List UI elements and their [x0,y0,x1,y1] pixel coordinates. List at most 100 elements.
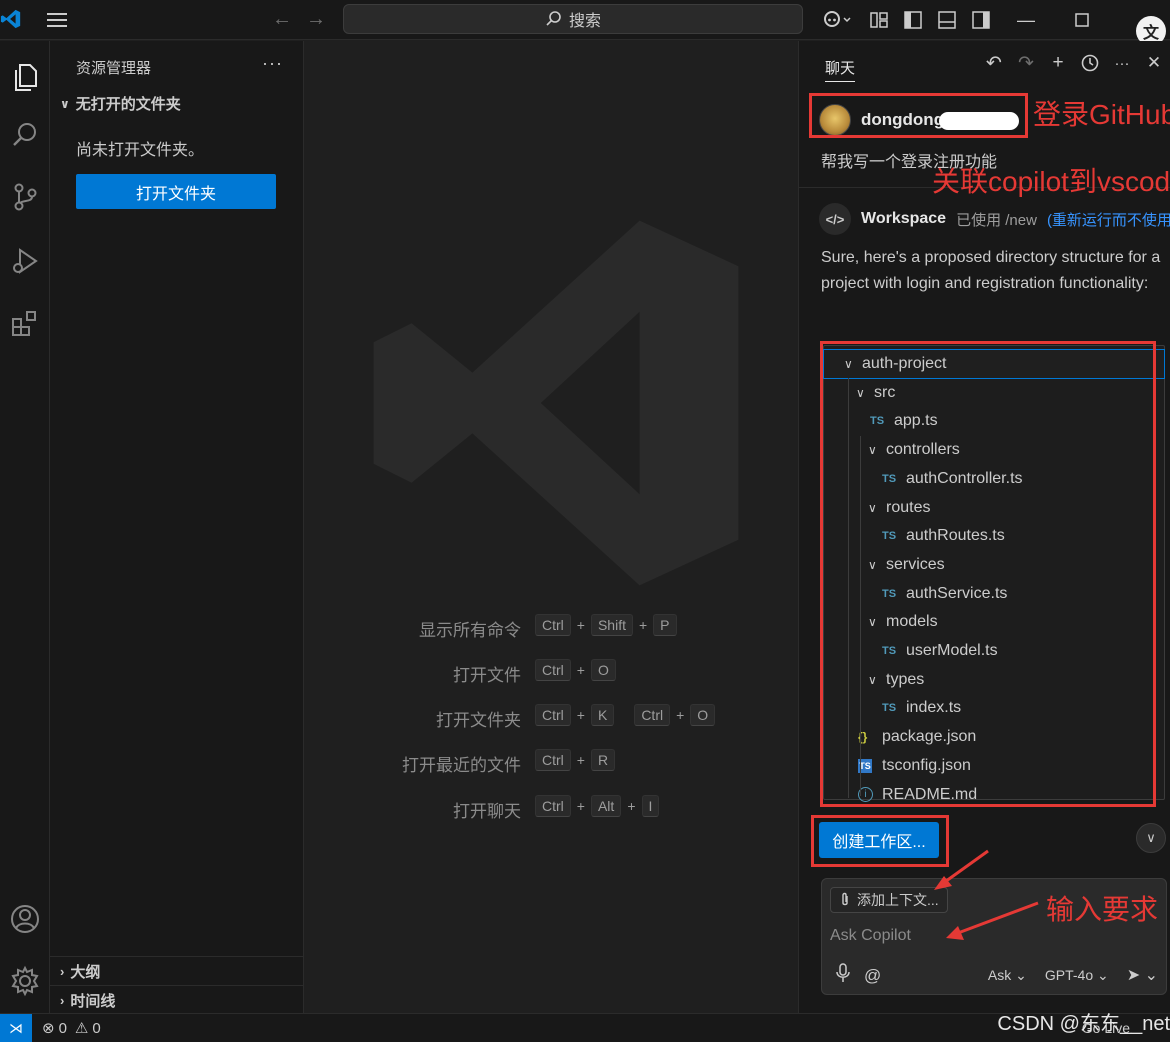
outline-section-header[interactable]: › 大纲 [50,956,303,985]
error-icon: ⊗ [42,1020,55,1037]
attach-icon [842,892,848,906]
explorer-sidebar: 资源管理器 ··· ∨ 无打开的文件夹 尚未打开文件夹。 打开文件夹 › 大纲 … [50,41,304,1013]
status-bar: ⋊ ⊗ 0 ⚠ 0 Go Live [0,1013,1170,1042]
model-label: GPT-4o [1044,966,1094,983]
add-context-label: 添加上下文... [857,892,939,908]
annotation-login-github: 登录GitHub [1033,99,1170,130]
minimize-icon[interactable]: — [998,0,1054,40]
mode-label: Ask [987,966,1012,983]
key: Alt [590,795,622,817]
key: Ctrl [535,704,571,726]
activity-bar [0,41,50,1013]
agent-response-text: Sure, here's a proposed directory struct… [821,249,1161,292]
back-arrow-icon[interactable]: ← [272,8,292,31]
model-picker[interactable]: GPT-4o ⌄ [1045,967,1109,984]
workspace-code-icon: </> [819,203,851,235]
maximize-icon[interactable] [1054,0,1110,40]
shortcut-row: 打开最近的文件 Ctrl + R [304,749,798,775]
tab-chat[interactable]: 聊天 [825,57,856,82]
close-icon[interactable]: ✕ [1142,51,1166,75]
shortcut-row: 显示所有命令 Ctrl + Shift + P [304,614,798,640]
chevron-down-icon[interactable]: ∨ [1136,823,1166,853]
redo-icon[interactable]: ↷ [1014,51,1038,75]
annotation-box-create [811,815,949,867]
title-bar: ← → 搜索 — 文 [0,0,1170,46]
key: Ctrl [535,659,571,681]
mode-picker[interactable]: Ask ⌄ [988,967,1027,984]
csdn-watermark: CSDN @东东__net [997,1013,1170,1035]
shortcut-row: 打开聊天 Ctrl + Alt + I [304,795,798,821]
search-view-icon[interactable] [0,107,50,163]
undo-icon[interactable]: ↶ [982,51,1006,75]
empty-folder-text: 尚未打开文件夹。 [76,142,205,159]
agent-command-used: 已使用 /new [956,211,1037,229]
timeline-section-header[interactable]: › 时间线 [50,985,303,1014]
source-control-icon[interactable] [0,169,50,225]
sidebar-title: 资源管理器 [76,60,152,77]
annotation-arrows [934,849,1039,940]
key: K [590,704,615,726]
command-center-search[interactable]: 搜索 [343,4,803,34]
key: R [590,749,616,771]
key: Ctrl [535,749,571,771]
warning-count: 0 [92,1019,101,1037]
copilot-icon[interactable] [814,0,862,40]
annotation-box-user [809,93,1028,138]
extensions-icon[interactable] [0,295,50,351]
key: Ctrl [535,795,571,817]
editor-area: 显示所有命令 Ctrl + Shift + P 打开文件 Ctrl + O 打开文件夹… [304,41,798,1013]
agent-name: Workspace [861,210,947,227]
shortcut-label: 显示所有命令 [419,621,521,640]
chevron-right-icon: › [60,992,65,1008]
annotation-box-tree [820,341,1156,807]
key: I [641,795,660,817]
shortcut-label: 打开文件 [453,666,521,685]
key: O [590,659,616,681]
key: O [690,704,716,726]
annotation-input-request: 输入要求 [1046,894,1159,925]
key: Ctrl [634,704,671,726]
key: Ctrl [535,614,571,636]
history-icon[interactable] [1078,51,1102,75]
customize-layout-icon[interactable] [862,0,896,40]
remote-icon[interactable]: ⋊ [0,1014,32,1042]
vscode-watermark-icon [373,220,739,586]
key: Shift [590,614,633,636]
send-icon[interactable]: ➤ ⌄ [1127,965,1158,985]
manage-gear-icon[interactable] [0,953,50,1009]
new-chat-plus-icon[interactable]: + [1046,51,1070,75]
microphone-icon[interactable] [836,963,850,988]
section-title: 无打开的文件夹 [75,96,181,113]
vscode-logo-icon[interactable] [0,8,22,30]
more-icon[interactable]: ··· [1110,51,1134,75]
shortcut-row: 打开文件 Ctrl + O [304,659,798,685]
search-label: 搜索 [568,13,601,30]
open-folder-button[interactable]: 打开文件夹 [76,174,276,209]
outline-label: 大纲 [70,963,101,981]
toggle-primary-sidebar-icon[interactable] [896,0,930,40]
explorer-icon[interactable] [0,49,50,105]
mention-at-icon[interactable]: @ [864,966,881,986]
warning-icon: ⚠ [74,1020,89,1037]
no-folder-section-header[interactable]: ∨ 无打开的文件夹 [60,93,181,114]
rerun-link[interactable]: (重新运行而不使用 [1047,209,1170,230]
run-debug-icon[interactable] [0,233,50,289]
chevron-down-icon: ⌄ [1097,966,1109,983]
problems-indicator[interactable]: ⊗ 0 ⚠ 0 [42,1019,101,1038]
more-actions-icon[interactable]: ··· [262,53,283,74]
account-icon[interactable] [0,891,50,947]
key: P [653,614,677,636]
chevron-down-icon: ⌄ [1015,966,1027,983]
annotation-link-copilot: 关联copilot到vscode [932,166,1170,197]
menu-icon[interactable] [46,10,68,30]
chevron-right-icon: › [60,963,65,979]
forward-arrow-icon[interactable]: → [306,8,326,31]
timeline-label: 时间线 [70,992,116,1010]
shortcut-label: 打开最近的文件 [402,756,521,775]
toggle-panel-icon[interactable] [930,0,964,40]
chevron-down-icon: ∨ [60,96,70,111]
shortcut-label: 打开文件夹 [436,711,521,730]
shortcut-row: 打开文件夹 Ctrl + K Ctrl + O [304,704,798,730]
toggle-secondary-sidebar-icon[interactable] [964,0,998,40]
chat-input-placeholder[interactable]: Ask Copilot [830,927,911,945]
